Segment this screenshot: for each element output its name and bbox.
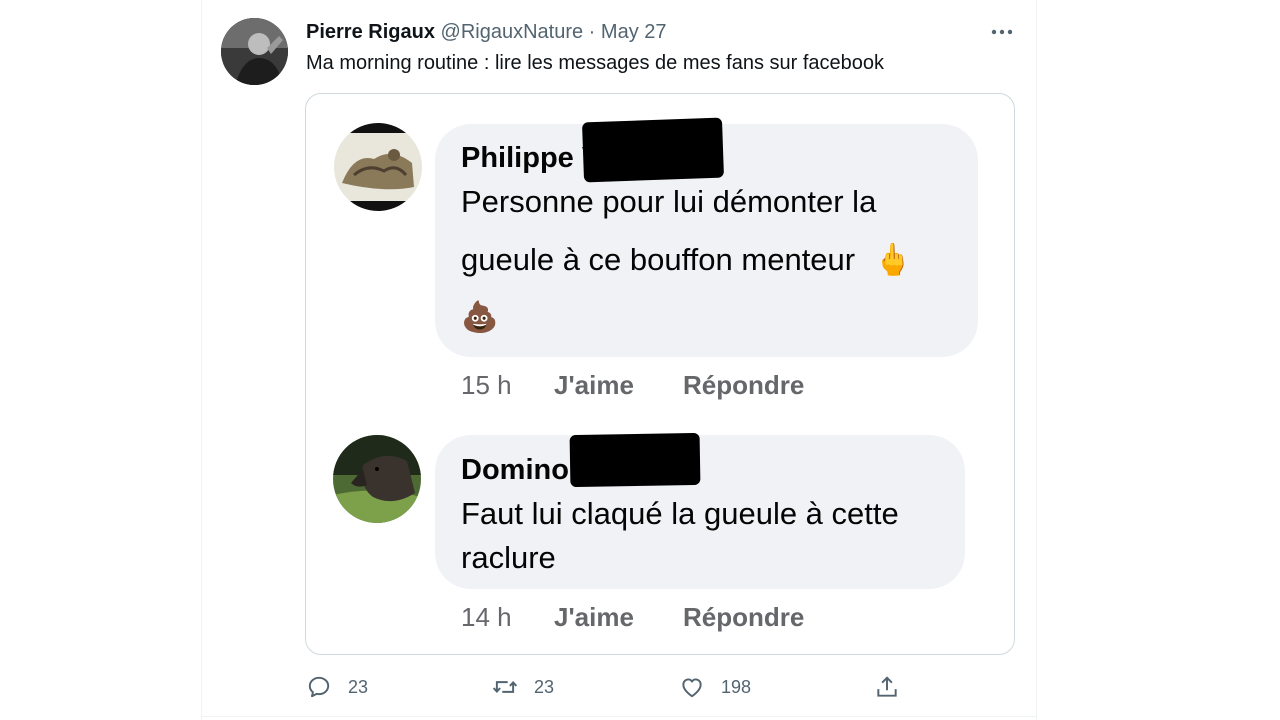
share-icon [877, 676, 897, 697]
reply-count: 23 [348, 676, 369, 697]
comment-text-line: raclure [461, 540, 556, 575]
redaction-box [581, 117, 725, 183]
reply-icon [308, 676, 330, 698]
like-link: J'aime [554, 370, 634, 400]
reply-link: Répondre [683, 602, 805, 632]
retweet-count: 23 [534, 676, 555, 697]
reply-button[interactable]: 23 [306, 672, 368, 702]
like-count: 198 [721, 676, 752, 697]
retweet-icon [492, 681, 518, 693]
comment-text-line: Faut lui claqué la gueule à cette [461, 496, 899, 531]
comment-text-line: gueule à ce bouffon menteur 🖕 [461, 241, 912, 278]
comment-text: gueule à ce bouffon menteur [461, 242, 856, 277]
tweet-header: Pierre Rigaux @RigauxNature · May 27 [306, 20, 667, 44]
middle-finger-emoji: 🖕 [873, 242, 913, 277]
like-button[interactable]: 198 [679, 672, 751, 702]
author-handle[interactable]: @RigauxNature [441, 21, 584, 43]
poop-emoji: 💩 [461, 301, 499, 334]
author-photo [221, 18, 288, 85]
more-horizontal-icon[interactable] [989, 20, 1015, 44]
share-button[interactable] [874, 672, 916, 702]
heart-icon [682, 678, 702, 698]
comment-time: 14 h [461, 602, 512, 632]
comment-text-line: Personne pour lui démonter la [461, 184, 877, 219]
commenter-avatar [334, 123, 422, 211]
redaction-box [569, 432, 701, 488]
tweet-text: Ma morning routine : lire les messages d… [306, 52, 885, 74]
tweet-media-image[interactable]: Philippe V Personne pour lui démonter la… [305, 93, 1015, 655]
tweet-date[interactable]: May 27 [601, 21, 667, 43]
author-avatar[interactable] [221, 18, 288, 85]
tweet-divider [201, 716, 1037, 717]
comment-time: 15 h [461, 370, 512, 400]
reply-link: Répondre [683, 370, 805, 400]
commenter-name: Philippe V [461, 142, 602, 174]
commenter-avatar [333, 435, 421, 523]
like-link: J'aime [554, 602, 634, 632]
separator-dot: · [588, 21, 596, 43]
retweet-button[interactable]: 23 [492, 672, 554, 702]
author-name[interactable]: Pierre Rigaux [306, 21, 435, 43]
